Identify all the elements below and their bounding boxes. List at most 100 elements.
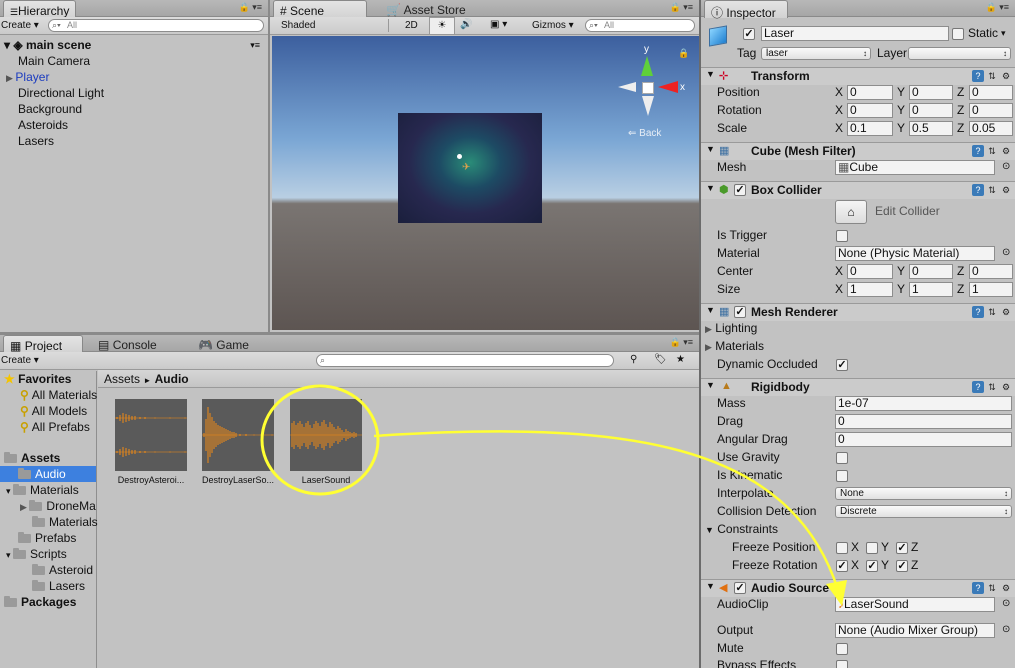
drag-field[interactable]: 0 [835,414,1012,429]
preset-icon[interactable]: ⇅ [986,306,998,318]
vector-y-field[interactable]: 0 [909,85,953,100]
breadcrumb-root[interactable]: Assets [104,372,140,386]
tab-console[interactable]: ▤ Console [92,335,163,353]
tab-asset-store[interactable]: 🛒 Asset Store [380,0,472,18]
create-dropdown[interactable]: Create ▾ [1,355,39,366]
gizmo-back-label[interactable]: ⇐ Back [628,128,661,139]
assets-header[interactable]: Assets [0,450,96,466]
favorite-star-icon[interactable]: ★ [676,354,685,365]
box-collider-header[interactable]: ▼ ⬢ ✓ Box Collider ? ⇅ ⚙ [701,181,1015,199]
bypass-effects-checkbox[interactable] [836,660,848,668]
mesh-renderer-header[interactable]: ▼ ▦ ✓ Mesh Renderer ? ⇅ ⚙ [701,303,1015,321]
mesh-filter-header[interactable]: ▼ ▦ Cube (Mesh Filter) ? ⇅ ⚙ [701,142,1015,160]
layer-dropdown[interactable] [908,47,1011,60]
active-checkbox[interactable]: ✓ [743,28,755,40]
horizontal-splitter[interactable] [0,332,699,335]
filter-by-label-icon[interactable]: 🏷 [654,354,667,365]
scene-viewport[interactable]: ✈ y x ⇐ Back 🔒 [272,36,699,330]
gizmo-lock-icon[interactable]: 🔒 [678,48,689,59]
tab-project[interactable]: ▦ Project [3,335,83,353]
hierarchy-item[interactable]: Main Camera [0,53,268,69]
freeze-axis-checkbox[interactable]: ✓ [896,542,908,554]
mute-checkbox[interactable] [836,643,848,655]
transform-header[interactable]: ▼ ⊹ Transform ? ⇅ ⚙ [701,67,1015,85]
hierarchy-search-input[interactable]: ⌕▾ All [48,19,264,32]
hierarchy-item-player[interactable]: ▶ Player [0,69,268,85]
help-book-icon[interactable]: ? [972,145,984,157]
gizmo-x-cone[interactable] [658,81,678,93]
mass-field[interactable]: 1e-07 [835,396,1012,411]
scene-row[interactable]: ▾ ◈ main scene ▾≡ [0,37,268,53]
tab-inspector[interactable]: ⓘ Inspector [704,0,788,20]
favorites-header[interactable]: ★ Favorites [0,371,96,387]
object-picker-icon[interactable]: ⊙ [1002,598,1010,609]
asset-thumbnail[interactable] [202,399,274,471]
materials-foldout[interactable]: ▶ Materials [705,339,764,355]
gear-icon[interactable]: ⚙ [1000,70,1012,82]
lock-icon[interactable]: 🔒 ▾≡ [670,2,693,13]
vector-x-field[interactable]: 0 [847,85,893,100]
orientation-gizmo[interactable]: y x ⇐ Back 🔒 [614,44,694,144]
gizmo-neg-y-cone[interactable] [642,96,654,116]
lock-icon[interactable]: 🔒 ▾≡ [239,2,262,13]
object-picker-icon[interactable]: ⊙ [1002,247,1010,258]
preset-icon[interactable]: ⇅ [986,145,998,157]
gizmo-y-cone[interactable] [641,56,653,76]
filter-by-type-icon[interactable]: ⚲ [630,354,637,365]
tree-item-audio[interactable]: Audio [0,466,96,482]
interpolate-dropdown[interactable]: None [835,487,1012,500]
tree-item-dronema[interactable]: ▶ DroneMa [0,498,96,514]
freeze-axis-checkbox[interactable]: ✓ [896,560,908,572]
help-book-icon[interactable]: ? [972,582,984,594]
object-picker-icon[interactable]: ⊙ [1002,161,1010,172]
player-ship-icon[interactable]: ✈ [462,162,470,173]
favorite-item[interactable]: ⚲ All Models [0,403,96,419]
vector-x-field[interactable]: 1 [847,282,893,297]
favorite-item[interactable]: ⚲ All Prefabs [0,419,96,435]
vector-y-field[interactable]: 0 [909,264,953,279]
lighting-toggle-icon[interactable]: ☀ [429,17,455,35]
asset-label[interactable]: DestroyLaserSo... [196,475,280,485]
output-field[interactable]: None (Audio Mixer Group) [835,623,995,638]
preset-icon[interactable]: ⇅ [986,582,998,594]
object-name-field[interactable]: Laser [761,26,949,41]
breadcrumb-current[interactable]: Audio [155,372,189,386]
audio-source-header[interactable]: ▼ ◀ ✓ Audio Source ? ⇅ ⚙ [701,579,1015,597]
nebula-background-plane[interactable]: ✈ [398,113,542,223]
freeze-axis-checkbox[interactable]: ✓ [866,560,878,572]
project-search-input[interactable]: ⌕ [316,354,614,367]
vector-x-field[interactable]: 0 [847,264,893,279]
asset-label[interactable]: DestroyAsteroi... [109,475,193,485]
help-book-icon[interactable]: ? [972,306,984,318]
hierarchy-item[interactable]: Background [0,101,268,117]
gear-icon[interactable]: ⚙ [1000,306,1012,318]
audio-toggle-icon[interactable]: 🔊 [460,19,472,30]
hierarchy-item[interactable]: Lasers [0,133,268,149]
preset-icon[interactable]: ⇅ [986,184,998,196]
vector-y-field[interactable]: 0 [909,103,953,118]
lock-icon[interactable]: 🔒 ▾≡ [986,2,1009,13]
asset-label[interactable]: LaserSound [284,475,368,485]
vector-z-field[interactable]: 0 [969,264,1013,279]
gear-icon[interactable]: ⚙ [1000,381,1012,393]
create-dropdown[interactable]: Create ▾ [1,20,39,31]
tree-item-lasers[interactable]: Lasers [0,578,96,594]
use-gravity-checkbox[interactable] [836,452,848,464]
is-kinematic-checkbox[interactable] [836,470,848,482]
preset-icon[interactable]: ⇅ [986,70,998,82]
shading-dropdown[interactable]: Shaded [281,20,315,31]
packages-header[interactable]: Packages [0,594,96,610]
tag-dropdown[interactable]: laser [761,47,871,60]
box-collider-enabled-checkbox[interactable]: ✓ [734,184,746,196]
lock-icon[interactable]: 🔒 ▾≡ [670,337,693,348]
gizmos-dropdown[interactable]: Gizmos ▾ [532,20,574,31]
physic-material-field[interactable]: None (Physic Material) [835,246,995,261]
lighting-foldout[interactable]: ▶ Lighting [705,321,757,337]
vector-y-field[interactable]: 0.5 [909,121,953,136]
is-trigger-checkbox[interactable] [836,230,848,242]
gear-icon[interactable]: ⚙ [1000,145,1012,157]
rigidbody-header[interactable]: ▼ ▲ Rigidbody ? ⇅ ⚙ [701,378,1015,396]
gear-icon[interactable]: ⚙ [1000,184,1012,196]
vector-y-field[interactable]: 1 [909,282,953,297]
audio-clip-field[interactable]: ♪LaserSound [835,597,995,612]
